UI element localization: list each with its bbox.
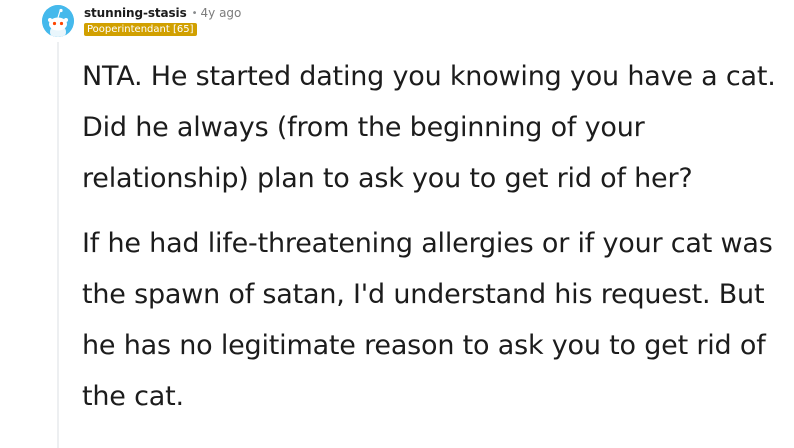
- comment-timestamp[interactable]: 4y ago: [201, 6, 242, 20]
- separator-dot: •: [191, 7, 198, 19]
- thread-line[interactable]: [57, 42, 59, 448]
- avatar[interactable]: [42, 5, 74, 37]
- snoo-avatar-icon: [42, 5, 74, 37]
- comment-paragraph: NTA. He started dating you knowing you h…: [82, 61, 776, 194]
- comment-paragraph: If he had life-threatening allergies or …: [82, 228, 773, 412]
- comment-header: stunning-stasis • 4y ago: [84, 5, 241, 21]
- author-username[interactable]: stunning-stasis: [84, 6, 187, 20]
- comment-body: NTA. He started dating you knowing you h…: [82, 51, 782, 436]
- user-flair: Pooperintendant [65]: [84, 23, 197, 36]
